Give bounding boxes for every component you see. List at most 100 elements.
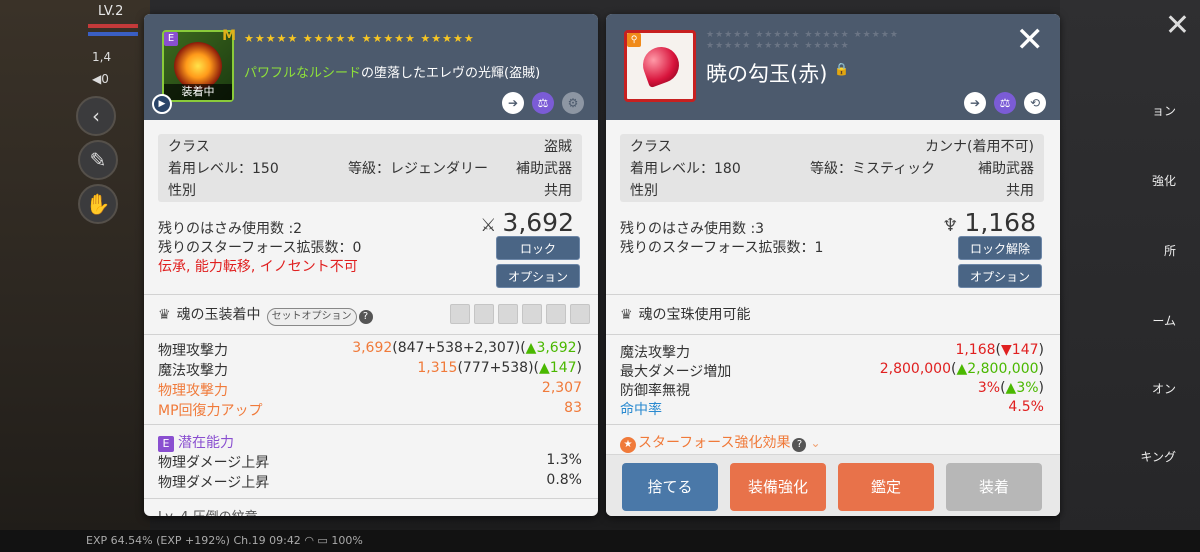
- divider: [144, 424, 598, 425]
- potential-value: 0.8%: [546, 472, 582, 488]
- up-arrow-icon: ▲: [539, 360, 550, 376]
- handshake-icon[interactable]: ✋: [78, 184, 118, 224]
- lock-button[interactable]: ロック: [496, 236, 580, 260]
- star-rating: ★★★★★ ★★★★★ ★★★★★ ★★★★★ ★★★★★ ★★★★★ ★★★★…: [706, 30, 899, 51]
- soul-icon: ♛: [620, 307, 633, 323]
- stat-number: 2,307: [541, 380, 582, 396]
- gender-label: 性別: [630, 183, 658, 199]
- stat-label: 防御率無視: [620, 383, 690, 399]
- appraise-button[interactable]: 鑑定: [838, 463, 934, 511]
- share-icon[interactable]: ➔: [964, 92, 986, 114]
- item-header: ⚲ ★★★★★ ★★★★★ ★★★★★ ★★★★★ ★★★★★ ★★★★★ ★★…: [606, 14, 1060, 120]
- stat-value: 83: [564, 400, 582, 416]
- stat-line: 最大ダメージ増加 2,800,000(▲2,800,000): [620, 361, 1044, 381]
- soul-icon: ♛: [158, 307, 171, 323]
- level-label: 着用レベル：180: [630, 161, 741, 177]
- close-icon[interactable]: ✕: [1016, 20, 1045, 60]
- up-arrow-icon: ▲: [956, 361, 968, 377]
- divider: [144, 498, 598, 499]
- stat-value: 1,168(▼147): [955, 342, 1044, 358]
- tool-icon[interactable]: ✎: [78, 140, 118, 180]
- stat-line: 物理攻撃力 3,692(847+538+2,307)(▲3,692): [158, 340, 582, 360]
- clock: 09:42: [269, 534, 301, 547]
- option-button[interactable]: オプション: [496, 264, 580, 288]
- slot-gear-icon: [570, 304, 590, 324]
- star-icon: ★: [620, 437, 636, 453]
- right-menu-item[interactable]: オン: [1152, 380, 1176, 397]
- divider: [606, 334, 1060, 335]
- slot-wave-icon: [498, 304, 518, 324]
- equipped-item-panel: E M 装着中 ▶ ★★★★★ ★★★★★ ★★★★★ ★★★★★ パワフルなル…: [144, 14, 598, 516]
- stat-label: 命中率: [620, 402, 662, 418]
- type-value: 補助武器: [978, 161, 1034, 177]
- starforce-ext-count: 残りのスターフォース拡張数：1: [620, 240, 824, 256]
- play-icon[interactable]: ▶: [152, 94, 172, 114]
- up-arrow-icon: ▲: [525, 340, 537, 356]
- item-name: パワフルなルシードの堕落したエレヴの光輝(盗賊): [244, 62, 540, 81]
- channel: Ch.19: [233, 534, 266, 547]
- slot-sword-icon: [450, 304, 470, 324]
- stat-detail: (777+538)(: [457, 360, 540, 376]
- compare-scale-icon[interactable]: ⚖: [532, 92, 554, 114]
- divider: [606, 294, 1060, 295]
- power-number: 3,692: [502, 208, 574, 237]
- right-menu-item[interactable]: 所: [1164, 242, 1176, 259]
- help-icon[interactable]: ?: [792, 438, 807, 452]
- stat-delta: 3,692: [536, 340, 577, 356]
- game-scene-right: [1060, 0, 1200, 552]
- exp-label: EXP: [86, 534, 108, 547]
- exp-percent: 64.54%: [110, 534, 153, 547]
- stat-number: 1,168: [955, 342, 996, 358]
- discard-button[interactable]: 捨てる: [622, 463, 718, 511]
- divider: [144, 334, 598, 335]
- stat-delta: 2,800,000: [967, 361, 1039, 377]
- right-menu-item[interactable]: ョン: [1152, 102, 1176, 119]
- stat-number: 3,692: [352, 340, 393, 356]
- stat-paren: ): [576, 360, 582, 376]
- help-icon[interactable]: ?: [358, 310, 373, 324]
- stat-value: 3,692(847+538+2,307)(▲3,692): [352, 340, 582, 356]
- item-body: クラス カンナ(着用不可) 着用レベル：180 等級：ミスティック 補助武器 性別 共用…: [606, 120, 1060, 516]
- gender-value: 共用: [544, 183, 572, 199]
- unlock-button[interactable]: ロック解除: [958, 236, 1042, 260]
- stat-line: 防御率無視 3%(▲3%): [620, 380, 1044, 400]
- header-icons: ➔ ⚖ ⚙: [502, 92, 584, 114]
- gear-disabled-icon: ⚙: [562, 92, 584, 114]
- right-menu-item[interactable]: キング: [1140, 448, 1176, 465]
- transfer-icon[interactable]: ⟲: [1024, 92, 1046, 114]
- stat-line: 魔法攻撃力 1,168(▼147): [620, 342, 1044, 362]
- stat-number: 1,315: [417, 360, 458, 376]
- gender-label: 性別: [168, 183, 196, 199]
- option-button[interactable]: オプション: [958, 264, 1042, 288]
- compare-scale-icon[interactable]: ⚖: [994, 92, 1016, 114]
- swords-icon: ⚔: [480, 215, 497, 236]
- stat-value: 4.5%: [1008, 399, 1044, 415]
- divider: [144, 294, 598, 295]
- equipped-label: 装着中: [164, 84, 232, 100]
- restriction-text: 伝承, 能力転移, イノセント不可: [158, 259, 358, 275]
- equip-button[interactable]: 装着: [946, 463, 1042, 511]
- potential-value: 1.3%: [546, 452, 582, 468]
- soul-status: ♛ 魂の宝珠使用可能: [620, 304, 751, 324]
- level-label: 着用レベル：150: [168, 161, 279, 177]
- set-option-tag[interactable]: セットオプション: [266, 308, 357, 326]
- stat-line: 魔法攻撃力 1,315(777+538)(▲147): [158, 360, 582, 380]
- action-bar: 捨てる 装備強化 鑑定 装着: [606, 454, 1060, 516]
- background-close-icon[interactable]: ✕: [1165, 8, 1190, 43]
- soul-status: ♛ 魂の玉装着中 セットオプション?: [158, 304, 373, 326]
- stat-number: 83: [564, 400, 582, 416]
- potential-line: 物理ダメージ上昇 0.8%: [158, 472, 582, 492]
- back-arrow-icon[interactable]: ‹: [76, 96, 116, 136]
- item-icon: E M 装着中: [162, 28, 236, 102]
- share-icon[interactable]: ➔: [502, 92, 524, 114]
- stat-paren: ): [576, 340, 582, 356]
- stat-line: 物理攻撃力 2,307: [158, 380, 582, 400]
- item-art: [174, 42, 222, 90]
- stat-detail: (847+538+2,307)(: [392, 340, 526, 356]
- starforce-effect[interactable]: ★ スターフォース強化効果? ⌄: [620, 432, 821, 453]
- right-menu-item[interactable]: 強化: [1152, 172, 1176, 189]
- divider: [606, 424, 1060, 425]
- enhance-button[interactable]: 装備強化: [730, 463, 826, 511]
- class-label: クラス: [168, 139, 210, 155]
- right-menu-item[interactable]: ーム: [1152, 312, 1176, 329]
